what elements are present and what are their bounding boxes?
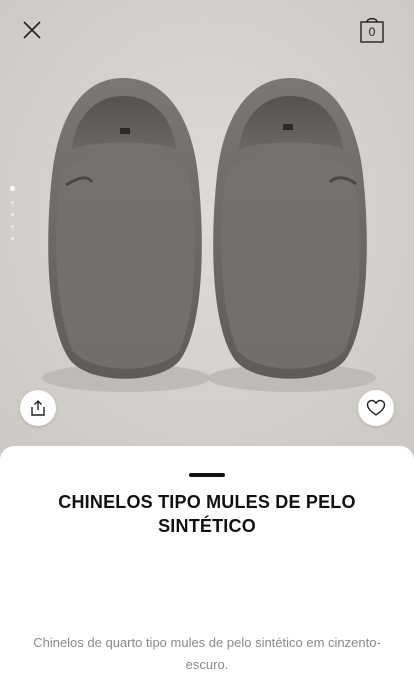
gallery-pagination[interactable] [10, 186, 16, 256]
shopping-bag-button[interactable]: 0 [359, 16, 385, 44]
share-button[interactable] [20, 390, 56, 426]
gallery-dot[interactable] [11, 237, 14, 240]
product-details-sheet[interactable]: CHINELOS TIPO MULES DE PELO SINTÉTICO Ch… [0, 446, 414, 699]
product-photo [0, 0, 414, 470]
product-title: CHINELOS TIPO MULES DE PELO SINTÉTICO [58, 492, 356, 536]
heart-icon [366, 399, 386, 416]
favorite-button[interactable] [358, 390, 394, 426]
sheet-drag-handle[interactable] [189, 473, 225, 477]
gallery-dot-active[interactable] [10, 186, 15, 191]
gallery-dot[interactable] [11, 201, 14, 204]
share-icon [31, 400, 45, 416]
left-slipper [48, 78, 202, 379]
right-slipper [213, 78, 367, 379]
close-button[interactable] [18, 16, 46, 44]
gallery-dot[interactable] [11, 225, 14, 228]
product-description: Chinelos de quarto tipo mules de pelo si… [33, 635, 381, 672]
gallery-dot[interactable] [11, 213, 14, 216]
close-icon [23, 21, 41, 39]
bag-item-count: 0 [368, 25, 376, 39]
product-image-gallery[interactable]: 0 [0, 0, 414, 470]
